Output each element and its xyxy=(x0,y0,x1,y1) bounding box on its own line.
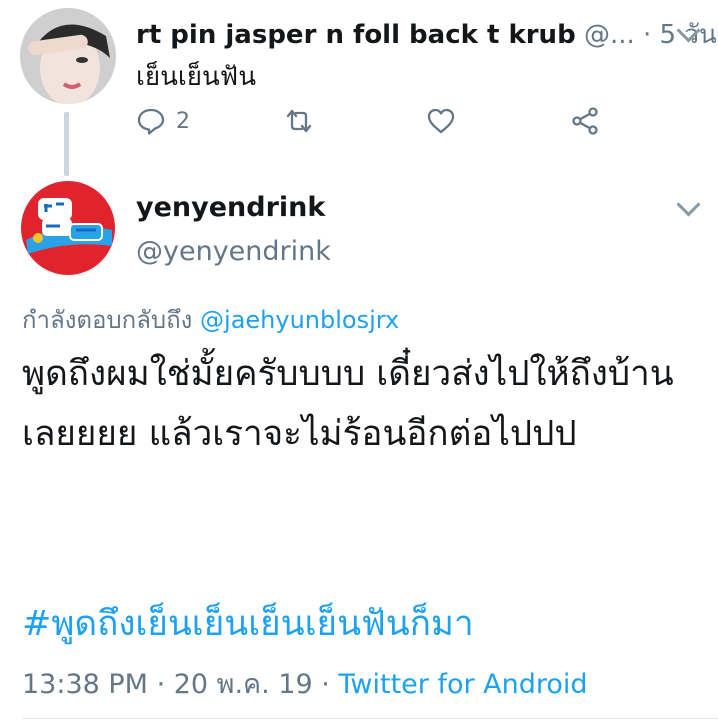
tweet-timestamp: 13:38 PM xyxy=(22,669,148,700)
replying-prefix: กำลังตอบกลับถึง xyxy=(22,306,193,334)
reply-action[interactable]: 2 xyxy=(136,106,190,136)
reply-count: 2 xyxy=(176,108,190,134)
replying-mention-link[interactable]: @jaehyunblosjrx xyxy=(200,306,399,334)
tweet-date: 20 พ.ค. 19 xyxy=(173,669,313,700)
share-action[interactable] xyxy=(570,106,600,136)
meta-separator-2: · xyxy=(312,669,339,700)
reply-separator: · xyxy=(634,20,660,50)
tweet-source-link[interactable]: Twitter for Android xyxy=(338,669,587,700)
hashtag-link[interactable]: #พูดถึงเย็นเย็นเย็นเย็นฟันก็มา xyxy=(22,596,474,651)
tweet-body-text: พูดถึงผมใช่มั้ยครับบบบ เดี๋ยวส่งไปให้ถึง… xyxy=(22,354,674,454)
reply-handle[interactable]: @... xyxy=(584,20,635,50)
meta-separator: · xyxy=(147,669,174,700)
yenyendrink-logo-avatar[interactable] xyxy=(20,180,116,276)
tweet-meta: 13:38 PM · 20 พ.ค. 19 · Twitter for Andr… xyxy=(22,662,588,705)
reply-tweet-text: เย็นเย็นฟัน xyxy=(136,62,256,92)
divider xyxy=(22,718,718,719)
retweet-action[interactable] xyxy=(284,106,314,136)
thread-connector-line xyxy=(64,112,69,176)
like-icon xyxy=(427,108,455,134)
reply-user-avatar[interactable] xyxy=(20,8,116,104)
retweet-icon xyxy=(286,109,312,133)
replying-to-line: กำลังตอบกลับถึง @jaehyunblosjrx xyxy=(22,300,399,339)
author-display-name[interactable]: yenyendrink xyxy=(136,192,325,223)
reply-actions-bar: 2 xyxy=(136,106,616,146)
like-action[interactable] xyxy=(426,106,456,136)
author-handle[interactable]: @yenyendrink xyxy=(136,236,331,267)
reply-tweet-header: rt pin jasper n foll back t krub @... · … xyxy=(136,14,717,55)
share-icon xyxy=(572,107,598,135)
tweet-menu-chevron-down-icon[interactable] xyxy=(676,192,701,217)
reply-display-name[interactable]: rt pin jasper n foll back t krub xyxy=(136,20,576,50)
reply-icon xyxy=(137,108,165,135)
